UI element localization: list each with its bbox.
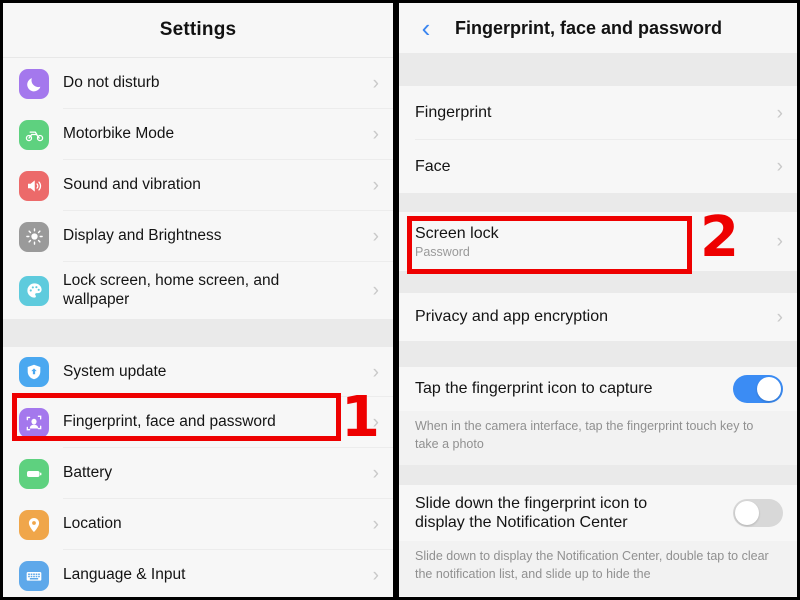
list-item-label: Fingerprint bbox=[415, 104, 492, 122]
chevron-right-icon: › bbox=[776, 306, 783, 328]
screen-lock-text-block: Screen lock Password bbox=[415, 224, 777, 260]
list-item-screen-lock[interactable]: Screen lock Password › bbox=[399, 212, 797, 271]
toggle-row-tap-fingerprint-capture[interactable]: Tap the fingerprint icon to capture bbox=[399, 367, 797, 411]
sidebar-item-label: Do not disturb bbox=[63, 74, 160, 92]
section-gap bbox=[399, 193, 797, 212]
sidebar-item-label: Language & Input bbox=[63, 566, 186, 584]
sidebar-item-language-and-input[interactable]: Language & Input › bbox=[3, 550, 393, 597]
detail-header: ‹ Fingerprint, face and password bbox=[399, 3, 797, 53]
chevron-right-icon: › bbox=[372, 280, 379, 301]
chevron-right-icon: › bbox=[372, 514, 379, 535]
toggle-tap-fingerprint-capture[interactable] bbox=[733, 375, 783, 403]
chevron-right-icon: › bbox=[372, 175, 379, 196]
palette-icon bbox=[19, 275, 49, 306]
list-item-face[interactable]: Face › bbox=[399, 140, 797, 193]
toggle-knob bbox=[735, 501, 759, 526]
list-item-fingerprint[interactable]: Fingerprint › bbox=[399, 86, 797, 140]
chevron-right-icon: › bbox=[776, 156, 783, 177]
screenshot-root: Settings Do not disturb › Motorbike Mode… bbox=[0, 0, 800, 600]
toggle-knob bbox=[757, 377, 781, 401]
toggle-row-label: Tap the fingerprint icon to capture bbox=[415, 380, 653, 398]
sidebar-item-fingerprint-face-password[interactable]: Fingerprint, face and password › bbox=[3, 397, 393, 448]
sidebar-item-label: Fingerprint, face and password bbox=[63, 413, 276, 431]
list-item-label: Face bbox=[415, 157, 451, 175]
list-item-privacy-and-app-encryption[interactable]: Privacy and app encryption › bbox=[399, 293, 797, 341]
fingerprint-face-password-panel: ‹ Fingerprint, face and password Fingerp… bbox=[399, 0, 800, 600]
speaker-icon bbox=[19, 170, 49, 201]
sidebar-item-lock-screen-wallpaper[interactable]: Lock screen, home screen, and wallpaper … bbox=[3, 262, 393, 319]
location-pin-icon bbox=[19, 509, 49, 540]
chevron-right-icon: › bbox=[372, 412, 379, 433]
sidebar-item-system-update[interactable]: System update › bbox=[3, 347, 393, 397]
section-gap bbox=[399, 465, 797, 486]
moon-icon bbox=[19, 68, 49, 99]
chevron-right-icon: › bbox=[372, 361, 379, 383]
sidebar-item-battery[interactable]: Battery › bbox=[3, 448, 393, 499]
section-gap bbox=[3, 319, 393, 347]
sidebar-item-do-not-disturb[interactable]: Do not disturb › bbox=[3, 58, 393, 109]
settings-panel: Settings Do not disturb › Motorbike Mode… bbox=[0, 0, 393, 600]
chevron-right-icon: › bbox=[776, 102, 783, 124]
chevron-right-icon: › bbox=[372, 124, 379, 145]
sidebar-item-label: Location bbox=[63, 515, 122, 533]
battery-icon bbox=[19, 458, 49, 489]
motorbike-icon bbox=[19, 119, 49, 150]
sidebar-item-label: Lock screen, home screen, and wallpaper bbox=[63, 271, 280, 308]
page-title: Settings bbox=[159, 19, 237, 40]
fingerprint-face-icon bbox=[19, 407, 49, 438]
page-title: Fingerprint, face and password bbox=[455, 17, 723, 38]
chevron-right-icon: › bbox=[372, 463, 379, 484]
chevron-right-icon: › bbox=[372, 226, 379, 247]
sidebar-item-label: Sound and vibration bbox=[63, 176, 201, 194]
sidebar-item-location[interactable]: Location › bbox=[3, 499, 393, 550]
sidebar-item-label: System update bbox=[63, 362, 167, 380]
system-update-icon bbox=[19, 357, 49, 387]
sidebar-item-display-and-brightness[interactable]: Display and Brightness › bbox=[3, 211, 393, 262]
toggle-description-slide-down-notification-center: Slide down to display the Notification C… bbox=[399, 541, 797, 596]
brightness-icon bbox=[19, 221, 49, 252]
section-gap bbox=[399, 53, 797, 86]
section-gap bbox=[399, 341, 797, 367]
toggle-row-slide-down-notification-center[interactable]: Slide down the fingerprint icon to displ… bbox=[399, 485, 797, 542]
list-item-sublabel: Password bbox=[415, 245, 470, 260]
sidebar-item-sound-and-vibration[interactable]: Sound and vibration › bbox=[3, 160, 393, 211]
section-gap bbox=[399, 271, 797, 293]
chevron-right-icon: › bbox=[776, 231, 783, 252]
list-item-label: Privacy and app encryption bbox=[415, 308, 608, 326]
chevron-right-icon: › bbox=[372, 565, 379, 586]
toggle-slide-down-notification-center[interactable] bbox=[733, 499, 783, 528]
sidebar-item-motorbike-mode[interactable]: Motorbike Mode › bbox=[3, 109, 393, 160]
chevron-right-icon: › bbox=[372, 73, 379, 94]
toggle-description-tap-fingerprint-capture: When in the camera interface, tap the fi… bbox=[399, 411, 797, 466]
sidebar-item-label: Motorbike Mode bbox=[63, 125, 175, 143]
sidebar-item-label: Display and Brightness bbox=[63, 227, 222, 245]
sidebar-item-label: Battery bbox=[63, 464, 113, 482]
list-item-label: Screen lock bbox=[415, 224, 499, 242]
toggle-row-label: Slide down the fingerprint icon to displ… bbox=[415, 494, 648, 532]
back-chevron-icon[interactable]: ‹ bbox=[413, 15, 439, 41]
keyboard-icon bbox=[19, 560, 49, 591]
settings-header: Settings bbox=[3, 3, 393, 58]
